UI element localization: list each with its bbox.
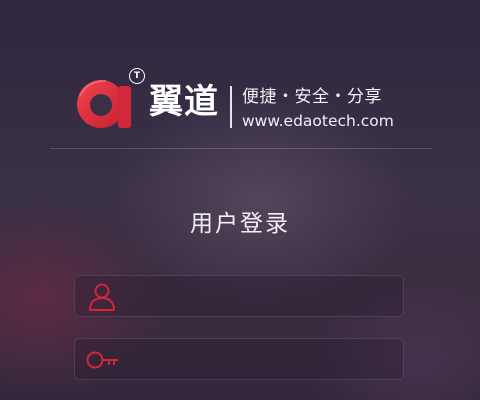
- password-field[interactable]: [74, 338, 404, 380]
- key-icon: [86, 351, 118, 369]
- header-divider: [50, 148, 432, 149]
- brand-tagline: 便捷・安全・分享: [242, 87, 382, 107]
- password-input[interactable]: [127, 339, 395, 379]
- brand-header: T 翼道 便捷・安全・分享 www.edaotech.com: [74, 66, 414, 132]
- brand-divider: [230, 86, 232, 128]
- brand-name: 翼道: [149, 82, 219, 122]
- username-field[interactable]: [74, 275, 404, 317]
- logo-icon: [77, 79, 131, 128]
- username-input[interactable]: [127, 276, 395, 316]
- brand-website: www.edaotech.com: [242, 112, 394, 130]
- login-title: 用户登录: [190, 211, 290, 237]
- trademark-symbol: T: [129, 68, 145, 84]
- user-icon: [89, 283, 115, 311]
